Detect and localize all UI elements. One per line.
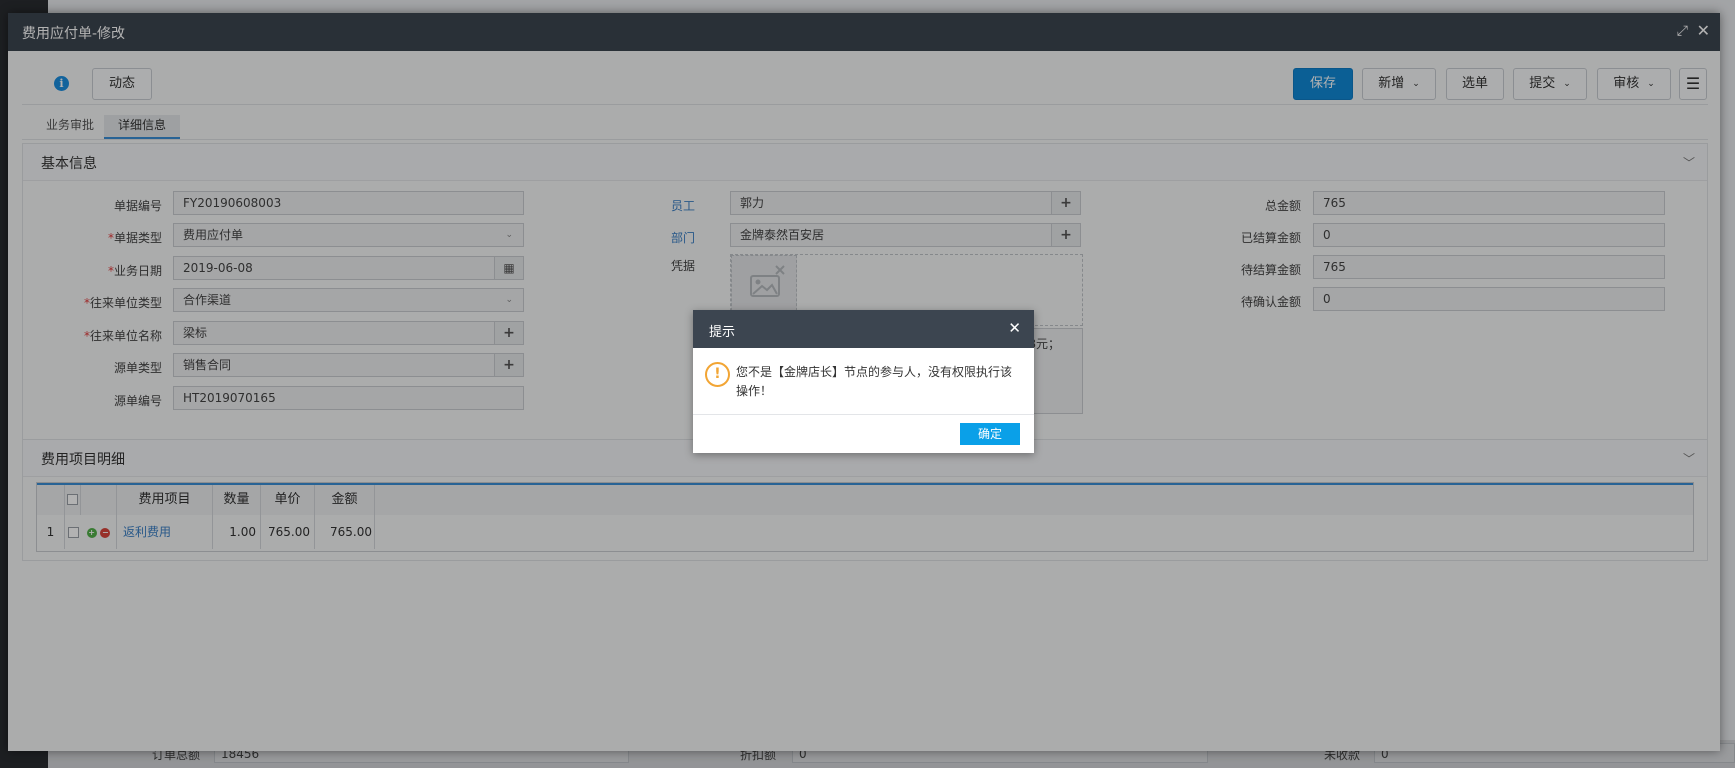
close-icon[interactable]: ✕ <box>1008 319 1021 337</box>
dialog-message: 您不是【金牌店长】节点的参与人，没有权限执行该操作！ <box>736 365 1013 398</box>
dialog-header: 提示 ✕ <box>693 310 1034 348</box>
warning-icon: ! <box>705 362 730 387</box>
alert-dialog: 提示 ✕ ! 您不是【金牌店长】节点的参与人，没有权限执行该操作！ 确定 <box>693 310 1034 453</box>
dialog-title: 提示 <box>709 325 736 340</box>
dialog-divider <box>693 414 1034 415</box>
ok-button[interactable]: 确定 <box>960 423 1020 445</box>
